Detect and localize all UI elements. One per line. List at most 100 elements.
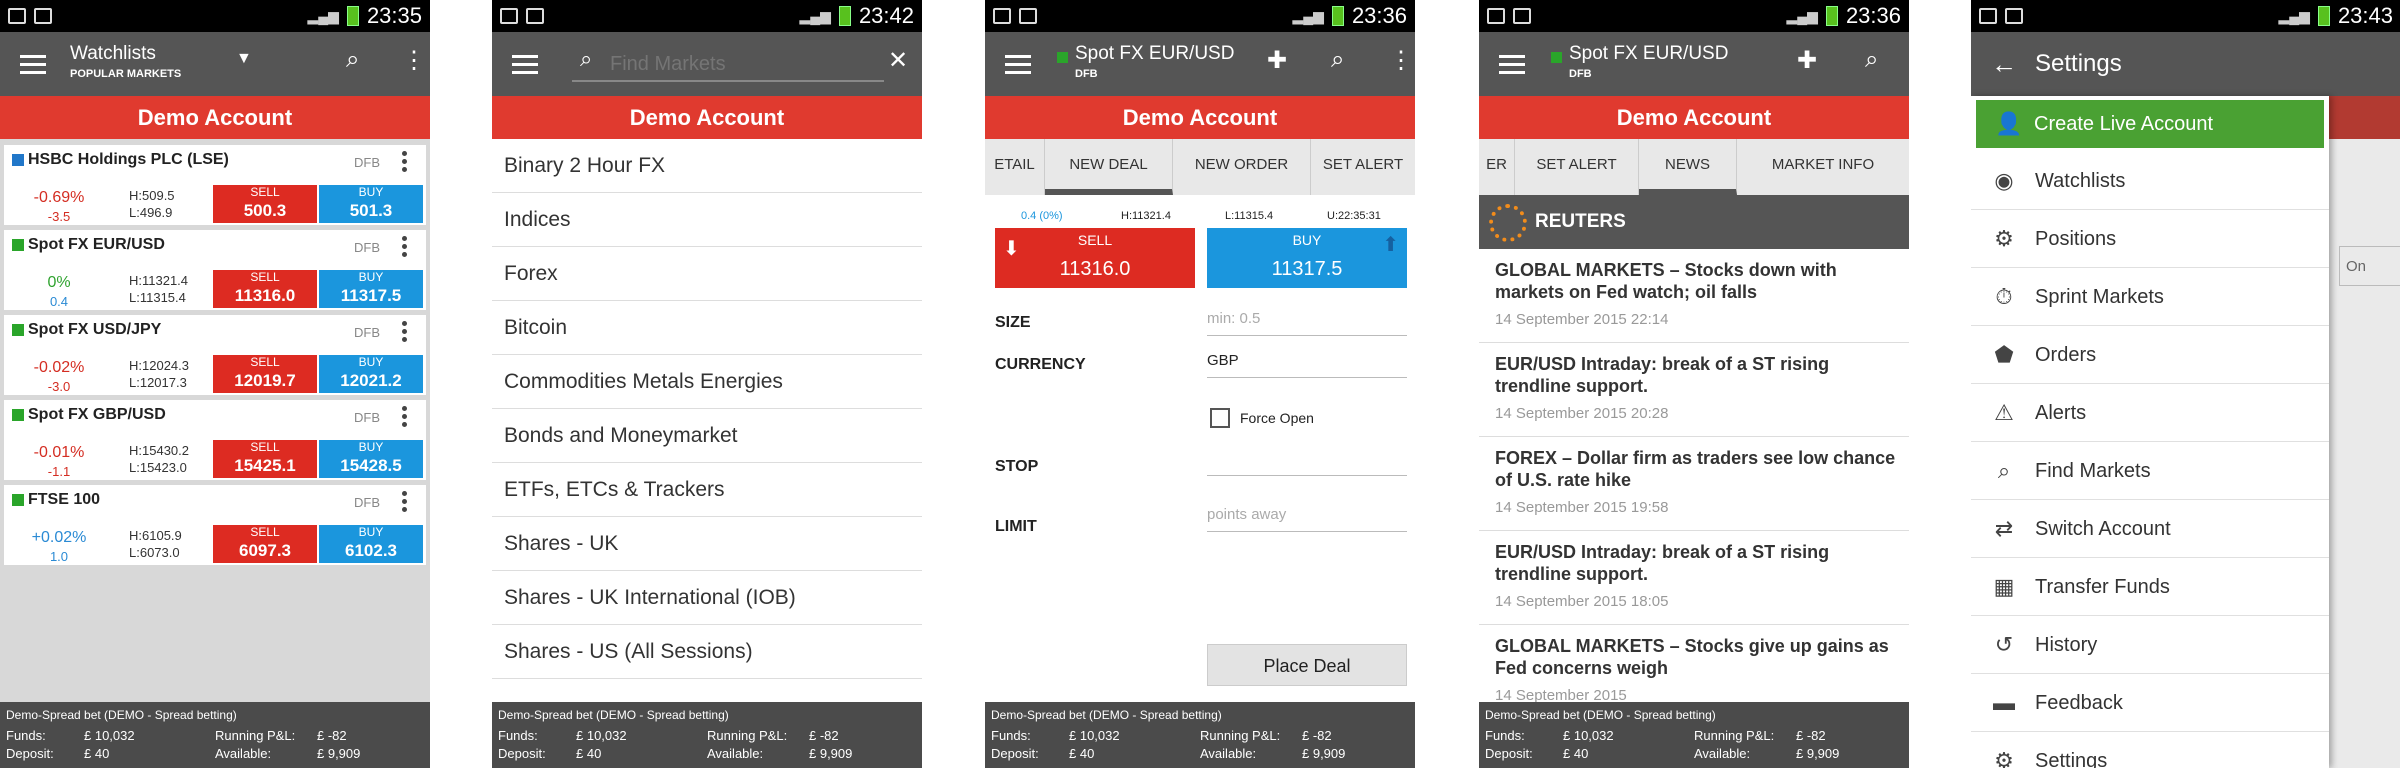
buy-button[interactable]: BUY 15428.5: [319, 440, 423, 478]
screen-news: ▂▄▆ 23:36 Spot FX EUR/USD DFB ✚ ⌕ Demo Ac…: [1479, 0, 1909, 768]
nav-item-history[interactable]: ↺ History: [1971, 616, 2329, 674]
market-category-item[interactable]: Commodities Metals Energies: [492, 355, 922, 409]
overflow-menu-icon[interactable]: ⋮: [402, 46, 426, 75]
nav-item-settings[interactable]: ⚙ Settings: [1971, 732, 2329, 768]
sell-button[interactable]: SELL 6097.3: [213, 525, 317, 563]
menu-icon[interactable]: [512, 54, 538, 74]
market-category-item[interactable]: Bonds and Moneymarket: [492, 409, 922, 463]
tab-set-alert[interactable]: SET ALERT: [1515, 139, 1639, 195]
watchlist-card[interactable]: HSBC Holdings PLC (LSE) DFB -0.69% -3.5 H:50…: [4, 145, 426, 225]
nav-item-feedback[interactable]: ▬ Feedback: [1971, 674, 2329, 732]
buy-button[interactable]: ⬆ BUY 11317.5: [1207, 228, 1407, 288]
news-item[interactable]: EUR/USD Intraday: break of a ST rising t…: [1479, 531, 1909, 625]
available-value: £ 9,909: [1302, 746, 1346, 761]
search-icon[interactable]: ⌕: [1331, 46, 1344, 74]
menu-icon[interactable]: [1005, 54, 1031, 74]
news-date: 14 September 2015 18:05: [1495, 593, 1669, 610]
stop-select[interactable]: [1207, 450, 1407, 476]
news-source-header: REUTERS: [1479, 195, 1909, 249]
sell-button[interactable]: SELL 11316.0: [213, 270, 317, 308]
size-input[interactable]: min: 0.5: [1207, 310, 1407, 336]
search-icon: ⌕: [580, 46, 593, 71]
news-item[interactable]: FOREX – Dollar firm as traders see low c…: [1479, 437, 1909, 531]
market-category-item[interactable]: Indices: [492, 193, 922, 247]
more-options-icon[interactable]: [402, 151, 408, 172]
nav-item-positions[interactable]: ⚙ Positions: [1971, 210, 2329, 268]
watchlist-card[interactable]: FTSE 100 DFB +0.02% 1.0 H:6105.9 L:6073.0 SELL…: [4, 485, 426, 565]
account-banner: Demo Account: [985, 96, 1415, 139]
force-open-checkbox[interactable]: [1210, 408, 1230, 428]
market-type: DFB: [354, 495, 380, 510]
tab-order[interactable]: ER: [1479, 139, 1515, 195]
search-icon[interactable]: ⌕: [346, 46, 359, 74]
clock: 23:35: [366, 3, 422, 28]
search-icon[interactable]: ⌕: [1865, 46, 1878, 74]
market-title: Spot FX EUR/USD: [1569, 43, 1729, 64]
watchlist-card[interactable]: Spot FX EUR/USD DFB 0% 0.4 H:11321.4 L:11315.…: [4, 230, 426, 310]
screen-settings-drawer: ▂▄▆ 23:43 ← Settings On 👤 Create Live Acco…: [1971, 0, 2400, 768]
market-category-item[interactable]: ETFs, ETCs & Trackers: [492, 463, 922, 517]
drawer-header: ← Settings: [1971, 32, 2400, 96]
buy-button[interactable]: BUY 501.3: [319, 185, 423, 223]
tab-market-info[interactable]: MARKET INFO: [1737, 139, 1909, 195]
drawer-title: Settings: [2035, 50, 2122, 77]
close-icon[interactable]: ✕: [888, 46, 908, 75]
watchlist-selector[interactable]: Watchlists POPULAR MARKETS: [70, 44, 181, 84]
market-category-item[interactable]: Shares - UK International (IOB): [492, 571, 922, 625]
currency-select[interactable]: GBP: [1207, 352, 1407, 378]
deposit-label: Deposit:: [991, 746, 1039, 761]
tab-set-alert[interactable]: SET ALERT: [1311, 139, 1415, 195]
play-flag-icon: [12, 409, 24, 421]
nav-item-sprint-markets[interactable]: ⏱ Sprint Markets: [1971, 268, 2329, 326]
buy-button[interactable]: BUY 6102.3: [319, 525, 423, 563]
news-item[interactable]: EUR/USD Intraday: break of a ST rising t…: [1479, 343, 1909, 437]
buy-label: BUY: [358, 355, 384, 369]
low-value: L:496.9: [129, 205, 173, 220]
sell-button[interactable]: SELL 500.3: [213, 185, 317, 223]
account-banner: Demo Account: [492, 96, 922, 139]
more-options-icon[interactable]: [402, 491, 408, 512]
nav-item-switch-account[interactable]: ⇄ Switch Account: [1971, 500, 2329, 558]
nav-item-orders[interactable]: ⬟ Orders: [1971, 326, 2329, 384]
nav-item-transfer-funds[interactable]: ▦ Transfer Funds: [1971, 558, 2329, 616]
low-value: L:12017.3: [129, 375, 187, 390]
market-category-item[interactable]: Forex: [492, 247, 922, 301]
menu-icon[interactable]: [20, 54, 46, 74]
back-arrow-icon[interactable]: ←: [1991, 32, 2017, 96]
notification-icon: [1487, 8, 1505, 24]
more-options-icon[interactable]: [402, 406, 408, 427]
place-deal-button[interactable]: Place Deal: [1207, 644, 1407, 686]
tab-news[interactable]: NEWS: [1639, 139, 1737, 195]
more-options-icon[interactable]: [402, 236, 408, 257]
add-to-watchlist-icon[interactable]: ✚: [1797, 46, 1817, 75]
more-options-icon[interactable]: [402, 321, 408, 342]
sell-button[interactable]: SELL 12019.7: [213, 355, 317, 393]
sell-button[interactable]: ⬇ SELL 11316.0: [995, 228, 1195, 288]
watchlist-card[interactable]: Spot FX GBP/USD DFB -0.01% -1.1 H:15430.2 L:1…: [4, 400, 426, 480]
news-item[interactable]: GLOBAL MARKETS – Stocks down with market…: [1479, 249, 1909, 343]
sell-button[interactable]: SELL 15425.1: [213, 440, 317, 478]
nav-item-alerts[interactable]: ⚠ Alerts: [1971, 384, 2329, 442]
buy-button[interactable]: BUY 11317.5: [319, 270, 423, 308]
nav-item-find-markets[interactable]: ⌕ Find Markets: [1971, 442, 2329, 500]
battery-icon: [2317, 6, 2330, 26]
market-category-item[interactable]: Binary 2 Hour FX: [492, 139, 922, 193]
tab-new-deal[interactable]: NEW DEAL: [1045, 139, 1173, 195]
add-to-watchlist-icon[interactable]: ✚: [1267, 46, 1287, 75]
search-input[interactable]: [610, 48, 860, 80]
currency-label: CURRENCY: [995, 356, 1086, 373]
dropdown-caret-icon[interactable]: ▼: [236, 50, 252, 68]
tab-detail[interactable]: ETAIL: [985, 139, 1045, 195]
watchlist-card[interactable]: Spot FX USD/JPY DFB -0.02% -3.0 H:12024.3 L:1…: [4, 315, 426, 395]
menu-icon[interactable]: [1499, 54, 1525, 74]
tab-new-order[interactable]: NEW ORDER: [1173, 139, 1311, 195]
market-category-item[interactable]: Bitcoin: [492, 301, 922, 355]
limit-input[interactable]: points away: [1207, 506, 1407, 532]
nav-item-create-live-account[interactable]: 👤 Create Live Account: [1976, 100, 2324, 148]
pnl-label: Running P&L:: [1200, 728, 1281, 743]
market-category-item[interactable]: Shares - US (All Sessions): [492, 625, 922, 679]
overflow-menu-icon[interactable]: ⋮: [1389, 46, 1413, 75]
nav-item-watchlists[interactable]: ◉ Watchlists: [1971, 152, 2329, 210]
buy-button[interactable]: BUY 12021.2: [319, 355, 423, 393]
market-category-item[interactable]: Shares - UK: [492, 517, 922, 571]
